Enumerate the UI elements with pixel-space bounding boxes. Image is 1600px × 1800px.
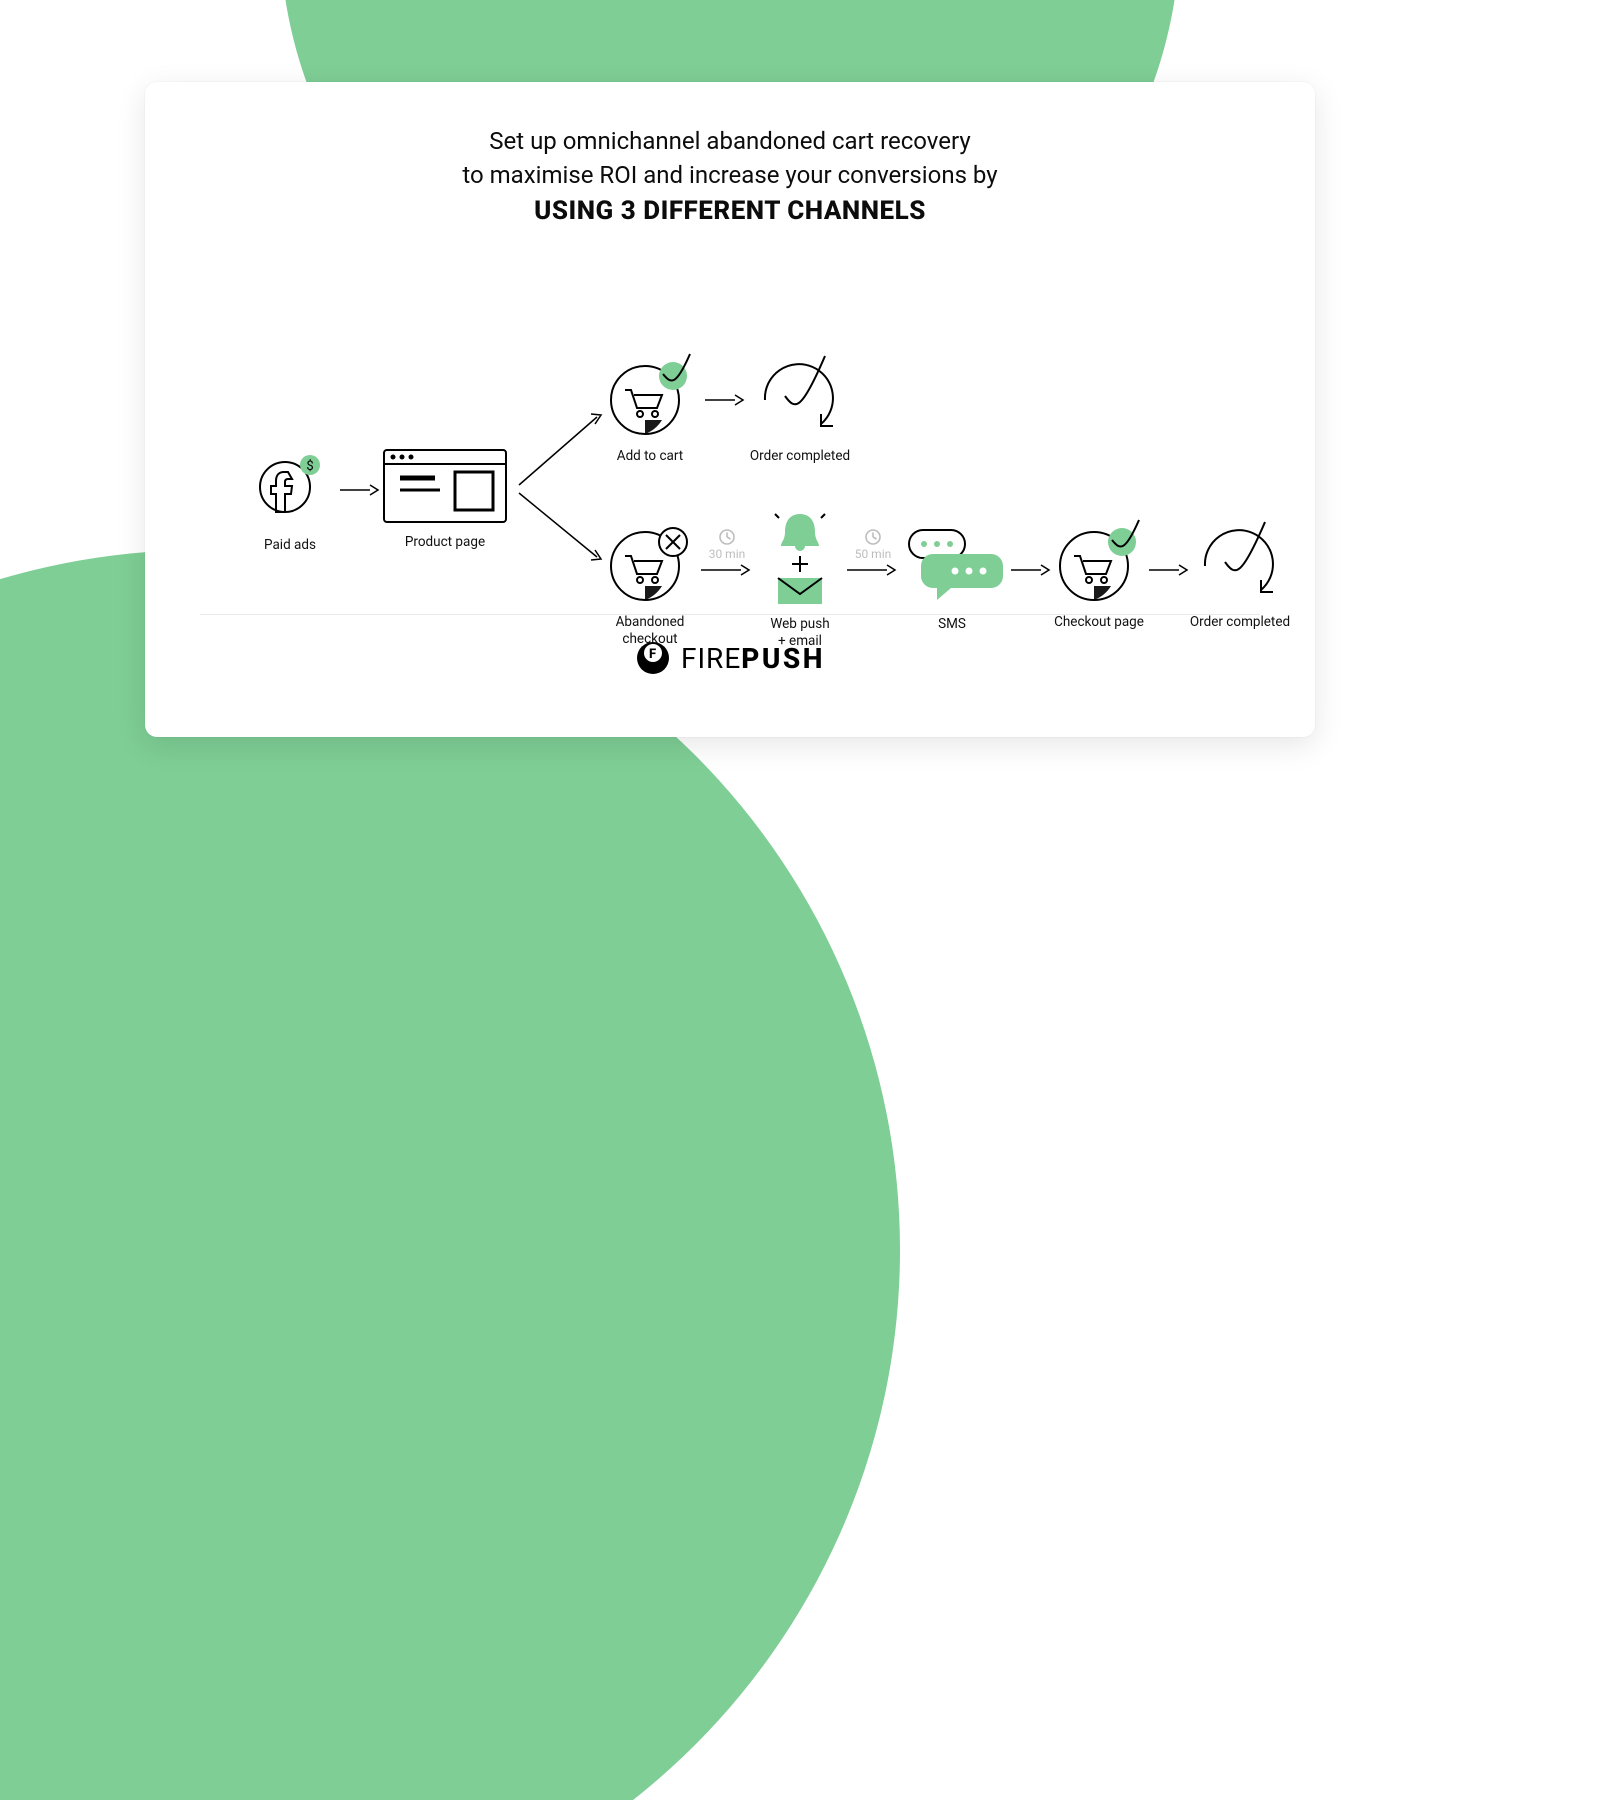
label-paid-ads: Paid ads [245, 537, 335, 554]
title-block: Set up omnichannel abandoned cart recove… [145, 124, 1315, 228]
node-webpush-email: Web push + email [755, 506, 845, 650]
svg-text:F: F [649, 647, 657, 662]
node-order-completed-top: Order completed [745, 350, 855, 465]
facebook-ads-icon: $ [245, 447, 335, 527]
node-add-to-cart: Add to cart [600, 352, 700, 465]
label-checkout-page: Checkout page [1049, 614, 1149, 631]
flow-diagram: $ Paid ads Product page [185, 272, 1275, 612]
node-abandoned-checkout: Abandoned checkout [600, 518, 700, 648]
node-paid-ads: $ Paid ads [245, 447, 335, 554]
timing-30min-text: 30 min [709, 547, 746, 561]
footer-divider [200, 614, 1260, 615]
arrow-icon [705, 392, 745, 408]
brand-logo: F FIREPUSH [145, 640, 1315, 680]
arrow-icon [1011, 562, 1051, 578]
arrow-icon [701, 562, 751, 578]
cart-check-icon [1049, 518, 1149, 604]
browser-page-icon [380, 442, 510, 528]
order-complete-icon [1185, 516, 1295, 604]
order-complete-icon [745, 350, 855, 438]
push-email-icon [755, 506, 845, 606]
label-order-completed-bottom: Order completed [1185, 614, 1295, 631]
timing-50min: 50 min [843, 528, 903, 561]
node-sms: SMS [897, 518, 1007, 633]
clock-icon [864, 528, 882, 546]
node-product-page: Product page [380, 442, 510, 551]
cart-cancel-icon [600, 518, 700, 604]
title-line-3: USING 3 DIFFERENT CHANNELS [145, 194, 1315, 228]
info-card: Set up omnichannel abandoned cart recove… [145, 82, 1315, 737]
label-product-page: Product page [380, 534, 510, 551]
arrow-icon [847, 562, 897, 578]
title-line-1: Set up omnichannel abandoned cart recove… [145, 124, 1315, 158]
firepush-logo-icon: F [635, 640, 671, 676]
title-line-2: to maximise ROI and increase your conver… [145, 158, 1315, 192]
arrow-icon [340, 482, 380, 498]
label-order-completed-top: Order completed [745, 448, 855, 465]
clock-icon [718, 528, 736, 546]
background-blob-bottom [0, 550, 900, 1800]
timing-30min: 30 min [697, 528, 757, 561]
brand-push: PUSH [741, 642, 825, 675]
svg-text:$: $ [306, 459, 313, 474]
timing-50min-text: 50 min [855, 547, 892, 561]
brand-fire: FIRE [681, 642, 741, 675]
label-add-to-cart: Add to cart [600, 448, 700, 465]
cart-check-icon [600, 352, 700, 438]
label-sms: SMS [897, 616, 1007, 633]
sms-chat-icon [897, 518, 1007, 606]
arrow-icon [1149, 562, 1189, 578]
